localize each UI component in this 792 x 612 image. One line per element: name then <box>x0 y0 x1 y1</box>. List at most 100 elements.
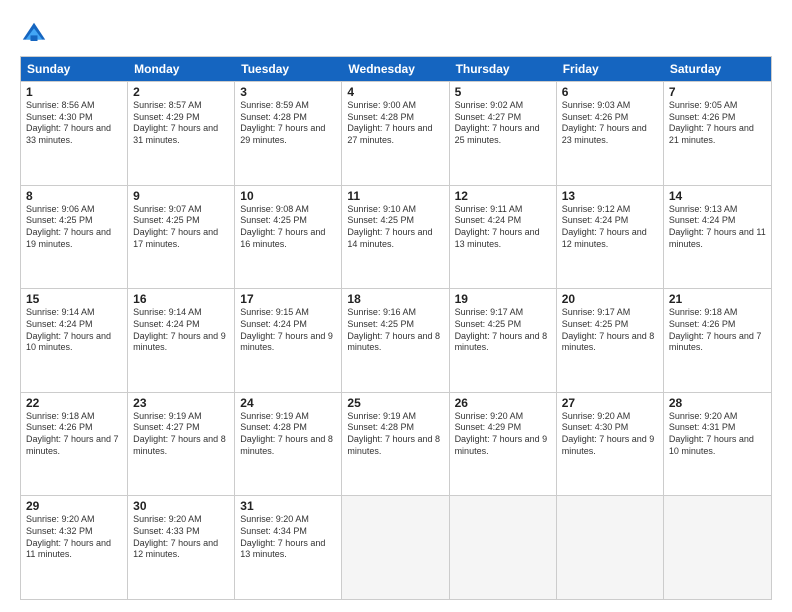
daylight-text: Daylight: 7 hours and 19 minutes. <box>26 227 122 250</box>
sunset-text: Sunset: 4:25 PM <box>240 215 336 227</box>
sunrise-text: Sunrise: 9:14 AM <box>26 307 122 319</box>
daylight-text: Daylight: 7 hours and 8 minutes. <box>455 331 551 354</box>
cal-cell: 3Sunrise: 8:59 AMSunset: 4:28 PMDaylight… <box>235 82 342 185</box>
sunset-text: Sunset: 4:30 PM <box>26 112 122 124</box>
day-number: 29 <box>26 499 122 513</box>
sunset-text: Sunset: 4:24 PM <box>455 215 551 227</box>
cal-cell: 10Sunrise: 9:08 AMSunset: 4:25 PMDayligh… <box>235 186 342 289</box>
sunset-text: Sunset: 4:33 PM <box>133 526 229 538</box>
day-number: 1 <box>26 85 122 99</box>
daylight-text: Daylight: 7 hours and 8 minutes. <box>347 331 443 354</box>
week-row-3: 15Sunrise: 9:14 AMSunset: 4:24 PMDayligh… <box>21 288 771 392</box>
day-number: 7 <box>669 85 766 99</box>
daylight-text: Daylight: 7 hours and 13 minutes. <box>455 227 551 250</box>
cal-cell: 20Sunrise: 9:17 AMSunset: 4:25 PMDayligh… <box>557 289 664 392</box>
sunrise-text: Sunrise: 9:15 AM <box>240 307 336 319</box>
day-number: 20 <box>562 292 658 306</box>
sunrise-text: Sunrise: 9:20 AM <box>455 411 551 423</box>
sunrise-text: Sunrise: 9:20 AM <box>669 411 766 423</box>
sunset-text: Sunset: 4:25 PM <box>133 215 229 227</box>
daylight-text: Daylight: 7 hours and 10 minutes. <box>26 331 122 354</box>
cal-cell: 31Sunrise: 9:20 AMSunset: 4:34 PMDayligh… <box>235 496 342 599</box>
header-cell-saturday: Saturday <box>664 57 771 81</box>
day-number: 30 <box>133 499 229 513</box>
sunset-text: Sunset: 4:24 PM <box>562 215 658 227</box>
cal-cell: 11Sunrise: 9:10 AMSunset: 4:25 PMDayligh… <box>342 186 449 289</box>
calendar: SundayMondayTuesdayWednesdayThursdayFrid… <box>20 56 772 600</box>
sunrise-text: Sunrise: 9:20 AM <box>562 411 658 423</box>
daylight-text: Daylight: 7 hours and 10 minutes. <box>669 434 766 457</box>
day-number: 27 <box>562 396 658 410</box>
sunset-text: Sunset: 4:29 PM <box>455 422 551 434</box>
cal-cell: 17Sunrise: 9:15 AMSunset: 4:24 PMDayligh… <box>235 289 342 392</box>
cal-cell: 28Sunrise: 9:20 AMSunset: 4:31 PMDayligh… <box>664 393 771 496</box>
page: SundayMondayTuesdayWednesdayThursdayFrid… <box>0 0 792 612</box>
cal-cell: 25Sunrise: 9:19 AMSunset: 4:28 PMDayligh… <box>342 393 449 496</box>
daylight-text: Daylight: 7 hours and 25 minutes. <box>455 123 551 146</box>
sunrise-text: Sunrise: 8:56 AM <box>26 100 122 112</box>
sunset-text: Sunset: 4:26 PM <box>562 112 658 124</box>
day-number: 5 <box>455 85 551 99</box>
day-number: 2 <box>133 85 229 99</box>
cal-cell: 30Sunrise: 9:20 AMSunset: 4:33 PMDayligh… <box>128 496 235 599</box>
calendar-body: 1Sunrise: 8:56 AMSunset: 4:30 PMDaylight… <box>21 81 771 599</box>
sunrise-text: Sunrise: 9:07 AM <box>133 204 229 216</box>
day-number: 10 <box>240 189 336 203</box>
day-number: 25 <box>347 396 443 410</box>
week-row-1: 1Sunrise: 8:56 AMSunset: 4:30 PMDaylight… <box>21 81 771 185</box>
sunset-text: Sunset: 4:30 PM <box>562 422 658 434</box>
sunrise-text: Sunrise: 9:00 AM <box>347 100 443 112</box>
sunrise-text: Sunrise: 9:17 AM <box>562 307 658 319</box>
header-cell-friday: Friday <box>557 57 664 81</box>
sunrise-text: Sunrise: 9:13 AM <box>669 204 766 216</box>
day-number: 11 <box>347 189 443 203</box>
sunset-text: Sunset: 4:27 PM <box>455 112 551 124</box>
daylight-text: Daylight: 7 hours and 8 minutes. <box>347 434 443 457</box>
week-row-2: 8Sunrise: 9:06 AMSunset: 4:25 PMDaylight… <box>21 185 771 289</box>
daylight-text: Daylight: 7 hours and 27 minutes. <box>347 123 443 146</box>
cal-cell <box>342 496 449 599</box>
sunset-text: Sunset: 4:29 PM <box>133 112 229 124</box>
cal-cell: 2Sunrise: 8:57 AMSunset: 4:29 PMDaylight… <box>128 82 235 185</box>
cal-cell: 14Sunrise: 9:13 AMSunset: 4:24 PMDayligh… <box>664 186 771 289</box>
header <box>20 16 772 48</box>
sunset-text: Sunset: 4:26 PM <box>26 422 122 434</box>
daylight-text: Daylight: 7 hours and 17 minutes. <box>133 227 229 250</box>
daylight-text: Daylight: 7 hours and 14 minutes. <box>347 227 443 250</box>
calendar-header: SundayMondayTuesdayWednesdayThursdayFrid… <box>21 57 771 81</box>
header-cell-sunday: Sunday <box>21 57 128 81</box>
sunrise-text: Sunrise: 9:11 AM <box>455 204 551 216</box>
sunset-text: Sunset: 4:24 PM <box>669 215 766 227</box>
day-number: 28 <box>669 396 766 410</box>
daylight-text: Daylight: 7 hours and 9 minutes. <box>562 434 658 457</box>
day-number: 26 <box>455 396 551 410</box>
sunrise-text: Sunrise: 9:18 AM <box>26 411 122 423</box>
sunset-text: Sunset: 4:34 PM <box>240 526 336 538</box>
cal-cell: 8Sunrise: 9:06 AMSunset: 4:25 PMDaylight… <box>21 186 128 289</box>
cal-cell: 16Sunrise: 9:14 AMSunset: 4:24 PMDayligh… <box>128 289 235 392</box>
sunset-text: Sunset: 4:26 PM <box>669 319 766 331</box>
cal-cell: 23Sunrise: 9:19 AMSunset: 4:27 PMDayligh… <box>128 393 235 496</box>
day-number: 24 <box>240 396 336 410</box>
cal-cell: 27Sunrise: 9:20 AMSunset: 4:30 PMDayligh… <box>557 393 664 496</box>
daylight-text: Daylight: 7 hours and 11 minutes. <box>669 227 766 250</box>
day-number: 14 <box>669 189 766 203</box>
logo-icon <box>20 20 48 48</box>
day-number: 13 <box>562 189 658 203</box>
sunrise-text: Sunrise: 9:06 AM <box>26 204 122 216</box>
cal-cell <box>450 496 557 599</box>
sunrise-text: Sunrise: 9:05 AM <box>669 100 766 112</box>
sunrise-text: Sunrise: 9:10 AM <box>347 204 443 216</box>
sunset-text: Sunset: 4:24 PM <box>240 319 336 331</box>
day-number: 23 <box>133 396 229 410</box>
daylight-text: Daylight: 7 hours and 33 minutes. <box>26 123 122 146</box>
daylight-text: Daylight: 7 hours and 8 minutes. <box>240 434 336 457</box>
cal-cell: 19Sunrise: 9:17 AMSunset: 4:25 PMDayligh… <box>450 289 557 392</box>
day-number: 8 <box>26 189 122 203</box>
sunrise-text: Sunrise: 9:19 AM <box>240 411 336 423</box>
daylight-text: Daylight: 7 hours and 7 minutes. <box>26 434 122 457</box>
cal-cell: 6Sunrise: 9:03 AMSunset: 4:26 PMDaylight… <box>557 82 664 185</box>
cal-cell <box>557 496 664 599</box>
daylight-text: Daylight: 7 hours and 7 minutes. <box>669 331 766 354</box>
logo <box>20 20 52 48</box>
